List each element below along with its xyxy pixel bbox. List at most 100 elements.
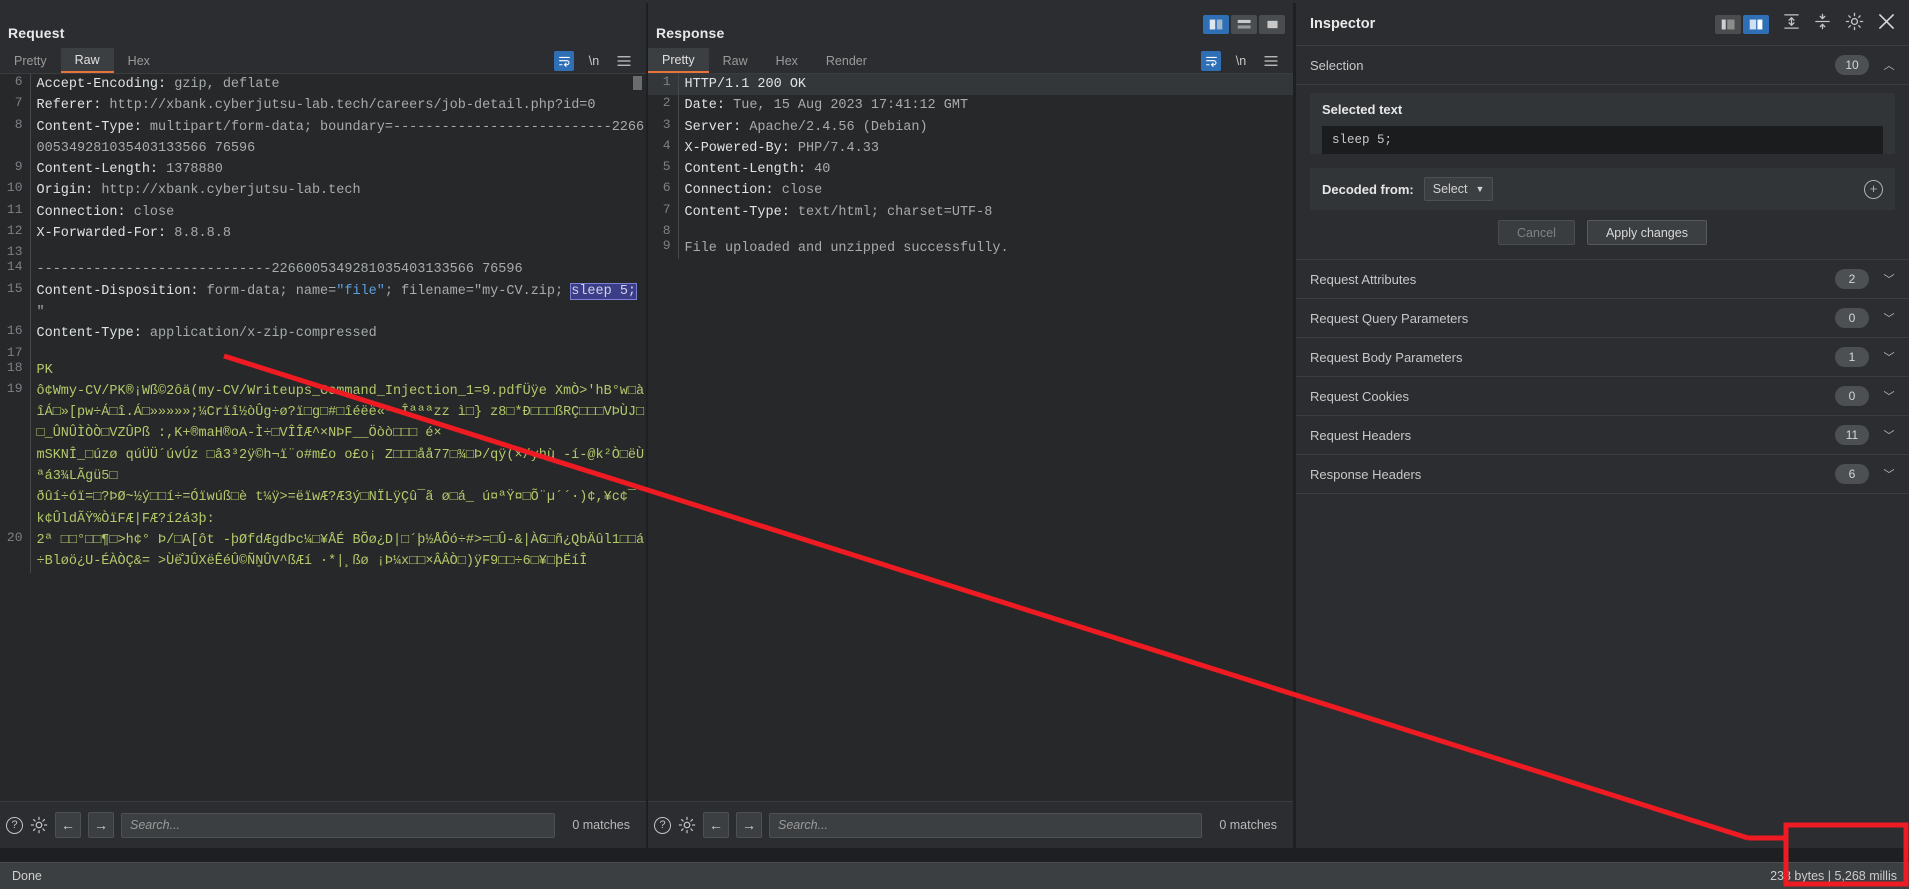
- search-prev-button[interactable]: ←: [703, 812, 729, 838]
- line-content[interactable]: Connection: close: [29, 201, 646, 224]
- help-icon[interactable]: ?: [6, 816, 23, 834]
- apply-changes-button[interactable]: Apply changes: [1586, 220, 1707, 245]
- search-next-button[interactable]: →: [736, 812, 762, 838]
- code-token: gzip, deflate: [166, 77, 280, 92]
- line-content[interactable]: HTTP/1.1 200 OK: [677, 74, 1293, 96]
- help-icon[interactable]: ?: [654, 816, 671, 834]
- code-token: Date:: [684, 98, 726, 114]
- line-content[interactable]: Date: Tue, 15 Aug 2023 17:41:12 GMT: [677, 95, 1293, 117]
- inspector-section-request-headers[interactable]: Request Headers 11 ﹀: [1296, 416, 1909, 455]
- section-label: Response Headers: [1310, 466, 1422, 482]
- gear-icon[interactable]: [1845, 12, 1864, 36]
- code-token: Content-Type:: [684, 204, 790, 220]
- response-title: Response: [656, 25, 725, 41]
- section-count-badge: 0: [1835, 386, 1869, 406]
- line-content[interactable]: 2ª □□°□□¶□>h¢° Þ/□A[ôt -þØfdÆgdÞc¼□¥ÅÉ B…: [29, 529, 646, 573]
- close-icon[interactable]: [1878, 13, 1895, 35]
- search-next-button[interactable]: →: [88, 812, 114, 838]
- inspector-panel: Inspector Selection 10 ︿ Selected text s…: [1295, 3, 1909, 848]
- line-content[interactable]: [677, 223, 1293, 239]
- inspector-layout-right-icon[interactable]: [1743, 14, 1769, 34]
- word-wrap-icon[interactable]: [1201, 51, 1221, 71]
- add-decoding-icon[interactable]: +: [1864, 179, 1883, 199]
- chevron-down-icon[interactable]: ﹀: [1883, 427, 1895, 443]
- code-token: -----------------------------22660053492…: [36, 262, 523, 278]
- chevron-down-icon[interactable]: ﹀: [1883, 349, 1895, 365]
- line-content[interactable]: Content-Type: multipart/form-data; bound…: [29, 116, 646, 160]
- response-search-input[interactable]: [769, 812, 1203, 838]
- response-tab-pretty[interactable]: Pretty: [648, 48, 709, 73]
- inspector-section-response-headers[interactable]: Response Headers 6 ﹀: [1296, 455, 1909, 494]
- request-tab-hex[interactable]: Hex: [114, 48, 164, 73]
- collapse-all-icon[interactable]: [1814, 13, 1831, 35]
- cancel-button[interactable]: Cancel: [1498, 220, 1575, 245]
- request-tab-pretty[interactable]: Pretty: [0, 48, 61, 73]
- expand-all-icon[interactable]: [1783, 13, 1800, 35]
- chevron-down-icon[interactable]: ﹀: [1883, 388, 1895, 404]
- inspector-section-request-cookies[interactable]: Request Cookies 0 ﹀: [1296, 377, 1909, 416]
- viewmode-single-pane[interactable]: [1259, 15, 1285, 34]
- newline-label: \n: [1235, 54, 1247, 68]
- line-content[interactable]: Content-Disposition: form-data; name="fi…: [29, 280, 646, 324]
- inspector-layout-left-icon[interactable]: [1715, 14, 1741, 34]
- word-wrap-icon[interactable]: [554, 51, 574, 71]
- response-tab-raw[interactable]: Raw: [709, 48, 762, 73]
- chevron-up-icon[interactable]: ︿: [1883, 57, 1895, 73]
- request-title: Request: [8, 25, 65, 41]
- chevron-down-icon[interactable]: ﹀: [1883, 466, 1895, 482]
- gear-icon[interactable]: [678, 816, 696, 834]
- line-content[interactable]: Content-Length: 1378880: [29, 159, 646, 181]
- response-code-line: 5 Content-Length: 40: [648, 159, 1293, 181]
- response-code-line: 4 X-Powered-By: PHP/7.4.33: [648, 137, 1293, 160]
- line-number: 6: [14, 74, 23, 89]
- status-right: 233 bytes | 5,268 millis: [1770, 869, 1897, 883]
- chevron-down-icon[interactable]: ﹀: [1883, 271, 1895, 287]
- response-search-bar: ? ← → 0 matches: [648, 801, 1293, 848]
- inspector-section-request-body-parameters[interactable]: Request Body Parameters 1 ﹀: [1296, 338, 1909, 377]
- response-editor[interactable]: 1 HTTP/1.1 200 OK 2 Date: Tue, 15 Aug 2023 …: [648, 74, 1293, 801]
- line-content[interactable]: -----------------------------22660053492…: [29, 259, 646, 281]
- line-content[interactable]: Content-Type: text/html; charset=UTF-8: [677, 201, 1293, 224]
- line-content[interactable]: Accept-Encoding: gzip, deflate: [29, 74, 646, 96]
- line-content[interactable]: [29, 344, 646, 360]
- line-content[interactable]: Referer: http://xbank.cyberjutsu-lab.tec…: [29, 95, 646, 117]
- inspector-section-request-query-parameters[interactable]: Request Query Parameters 0 ﹀: [1296, 299, 1909, 338]
- selected-text-value[interactable]: sleep 5;: [1322, 126, 1883, 154]
- hamburger-menu-icon[interactable]: [1261, 51, 1281, 71]
- line-content[interactable]: Server: Apache/2.4.56 (Debian): [677, 116, 1293, 138]
- gear-icon[interactable]: [30, 816, 48, 834]
- inspector-section-selection[interactable]: Selection 10 ︿: [1296, 46, 1909, 85]
- line-content[interactable]: X-Powered-By: PHP/7.4.33: [677, 137, 1293, 160]
- code-token: PK: [36, 362, 53, 378]
- line-content[interactable]: Content-Type: application/x-zip-compress…: [29, 323, 646, 345]
- response-tab-hex[interactable]: Hex: [762, 48, 812, 73]
- request-tab-raw[interactable]: Raw: [60, 48, 114, 73]
- request-search-input[interactable]: [121, 812, 556, 838]
- chevron-down-icon[interactable]: ﹀: [1883, 310, 1895, 326]
- code-token: 1378880: [158, 162, 223, 178]
- response-tab-render[interactable]: Render: [812, 48, 881, 73]
- newline-icon[interactable]: \n: [584, 51, 604, 71]
- line-content[interactable]: Connection: close: [677, 180, 1293, 202]
- line-content[interactable]: ô¢Wmy-CV/PK®¡Wß©2ôä(my-CV/Writeups_Comma…: [29, 380, 646, 530]
- line-content[interactable]: [29, 244, 646, 260]
- inspector-section-request-attributes[interactable]: Request Attributes 2 ﹀: [1296, 260, 1909, 299]
- code-token: X-Powered-By:: [684, 140, 790, 156]
- decoded-from-select[interactable]: Select ▼: [1423, 177, 1494, 201]
- code-token: text/html; charset=UTF-8: [789, 204, 993, 220]
- request-code-line: 15 Content-Disposition: form-data; name="…: [0, 280, 646, 324]
- line-content[interactable]: PK: [29, 359, 646, 381]
- request-code-line: 11 Connection: close: [0, 201, 646, 224]
- code-token: Content-Disposition:: [36, 283, 199, 299]
- request-editor[interactable]: 6 Accept-Encoding: gzip, deflate 7 Referer:…: [0, 74, 646, 801]
- line-content[interactable]: Content-Length: 40: [677, 159, 1293, 181]
- search-prev-button[interactable]: ←: [55, 812, 81, 838]
- viewmode-split-vertical[interactable]: [1203, 15, 1229, 34]
- line-content[interactable]: X-Forwarded-For: 8.8.8.8: [29, 223, 646, 245]
- line-content[interactable]: Origin: http://xbank.cyberjutsu-lab.tech: [29, 180, 646, 202]
- request-code-line: 19 ô¢Wmy-CV/PK®¡Wß©2ôä(my-CV/Writeups_Com…: [0, 380, 646, 530]
- viewmode-split-horizontal[interactable]: [1231, 15, 1257, 34]
- hamburger-menu-icon[interactable]: [614, 51, 634, 71]
- newline-icon[interactable]: \n: [1231, 51, 1251, 71]
- line-content[interactable]: File uploaded and unzipped successfully.: [677, 238, 1293, 260]
